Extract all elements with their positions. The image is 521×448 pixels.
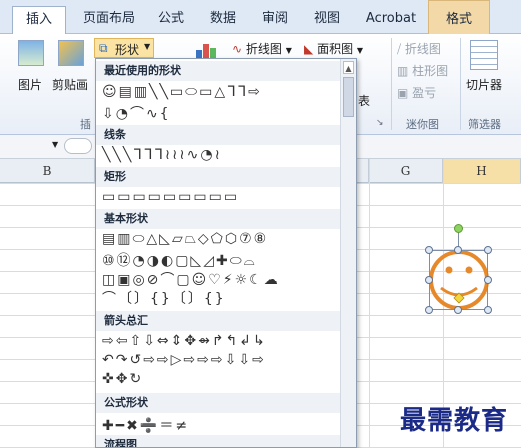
chevron-down-icon: ▼ [144,42,151,51]
shape-row[interactable]: ▭▭▭▭▭▭▭▭▭ [102,189,239,207]
picture-button[interactable]: 图片 [18,76,42,93]
line-chart-label: 折线图 [245,42,282,56]
column-header-partial[interactable] [357,159,369,183]
line-chart-icon: ∿ [232,42,243,56]
sparkline-column-button[interactable]: ▥ 柱形图 [397,62,448,79]
resize-handle[interactable] [484,276,492,284]
tab-format[interactable]: 格式 [428,0,490,34]
section-rectangles: 矩形 [96,167,341,187]
area-chart-button[interactable]: ◣ 面积图 ▼ [304,40,363,57]
chart-more-label[interactable]: 表 [358,92,370,109]
dropdown-scrollbar[interactable]: ▲ [340,59,356,447]
column-header-g[interactable]: G [369,159,443,183]
section-lines: 线条 [96,125,341,145]
shape-row[interactable]: ⇨⇦⇧⇩⇔⇕✥⇴↱↰↲↳ [102,333,267,351]
name-box-dropdown-icon[interactable]: ▼ [52,140,58,149]
watermark-text: 最需教育 [400,406,509,436]
selection-box [429,250,488,310]
shapes-dropdown-gallery[interactable]: 最近使用的形状 ☺▤▥╲╲▭⬭▭△ᒣᒣ⇨ ⇩◔⌒∿{ 线条 ╲╲╲ᒣᒣᒣ≀≀≀∿… [95,58,357,448]
clipart-icon [58,40,84,66]
sparkline-line-icon: ⧸ [397,42,405,56]
sparkline-line-label: 折线图 [404,42,441,56]
shape-row[interactable]: ☺▤▥╲╲▭⬭▭△ᒣᒣ⇨ [102,84,262,102]
tab-page-layout[interactable]: 页面布局 [76,6,142,34]
sparkline-line-button[interactable]: ⧸ 折线图 [397,40,441,57]
column-header-b[interactable]: B [0,159,95,183]
resize-handle[interactable] [425,246,433,254]
shape-row[interactable]: ▤▥⬭△◺▱⏢◇⬠⬡⑦⑧ [102,231,268,249]
rotate-handle[interactable] [454,224,463,233]
group-insert-label: 插 [80,118,91,131]
area-chart-icon: ◣ [304,42,314,56]
sparkline-winloss-button[interactable]: ▣ 盈亏 [397,84,436,101]
shape-row[interactable]: ✜✥↻ [102,371,143,389]
resize-handle[interactable] [425,276,433,284]
section-basic-shapes: 基本形状 [96,209,341,229]
sparkline-column-icon: ▥ [397,64,413,78]
sparkline-column-label: 柱形图 [412,64,449,78]
section-recent-shapes: 最近使用的形状 [96,61,341,81]
area-chart-label: 面积图 [317,42,354,56]
group-separator [460,38,461,130]
tab-review[interactable]: 审阅 [254,6,296,34]
shape-row[interactable]: ⑩⑫◔◑◐▢◺◿✚⬭⌓ [102,250,257,269]
resize-handle[interactable] [484,246,492,254]
scroll-up-icon[interactable]: ▲ [343,61,354,74]
resize-handle[interactable] [425,306,433,314]
resize-handle[interactable] [454,246,462,254]
scroll-thumb[interactable] [343,77,354,117]
formula-expand-control[interactable] [64,138,92,154]
chevron-down-icon: ▼ [356,46,364,55]
sparkline-winloss-icon: ▣ [397,86,413,100]
grid-column-line [369,159,370,448]
shape-row[interactable]: ⌒〔〕{}〔〕{} [102,288,226,307]
shape-row[interactable]: ◫▣◎⊘⌒▢☺♡⚡☼☾☁ [102,269,280,288]
shapes-icon: ⧉ [99,41,108,55]
column-header-h[interactable]: H [443,159,521,183]
section-block-arrows: 箭头总汇 [96,311,341,331]
shapes-label: 形状 [115,43,140,57]
clipart-button[interactable]: 剪贴画 [52,76,88,93]
section-flowchart: 流程图 [96,435,341,447]
resize-handle[interactable] [484,306,492,314]
tab-acrobat[interactable]: Acrobat [360,6,422,34]
shape-row[interactable]: ╲╲╲ᒣᒣᒣ≀≀≀∿◔≀ [102,147,222,165]
dialog-launcher-icon[interactable]: ↘ [376,118,384,128]
picture-icon [18,40,44,66]
filter-group-label: 筛选器 [468,118,501,131]
tab-insert[interactable]: 插入 [12,6,66,35]
slicer-icon [470,40,498,70]
tab-formulas[interactable]: 公式 [150,6,192,34]
line-chart-button[interactable]: ∿ 折线图 ▼ [232,40,292,57]
tab-data[interactable]: 数据 [202,6,244,34]
tab-view[interactable]: 视图 [306,6,348,34]
section-equation-shapes: 公式形状 [96,393,341,413]
ribbon-tab-bar: 插入 页面布局 公式 数据 审阅 视图 Acrobat 格式 [0,0,521,35]
shape-row[interactable]: ↶↷↺⇨⇨▷⇨⇨⇨⇩⇩⇨ [102,352,266,370]
group-separator [391,38,392,130]
shapes-button[interactable]: ⧉ 形状 ▼ [94,38,154,58]
resize-handle[interactable] [454,306,462,314]
slicer-button[interactable]: 切片器 [466,76,502,93]
shape-row[interactable]: ✚━✖➗＝≠ [102,415,189,434]
sparkline-winloss-label: 盈亏 [412,86,437,100]
shape-row[interactable]: ⇩◔⌒∿{ [102,103,171,122]
sparklines-group-label: 迷你图 [406,118,439,131]
chevron-down-icon: ▼ [285,46,292,55]
